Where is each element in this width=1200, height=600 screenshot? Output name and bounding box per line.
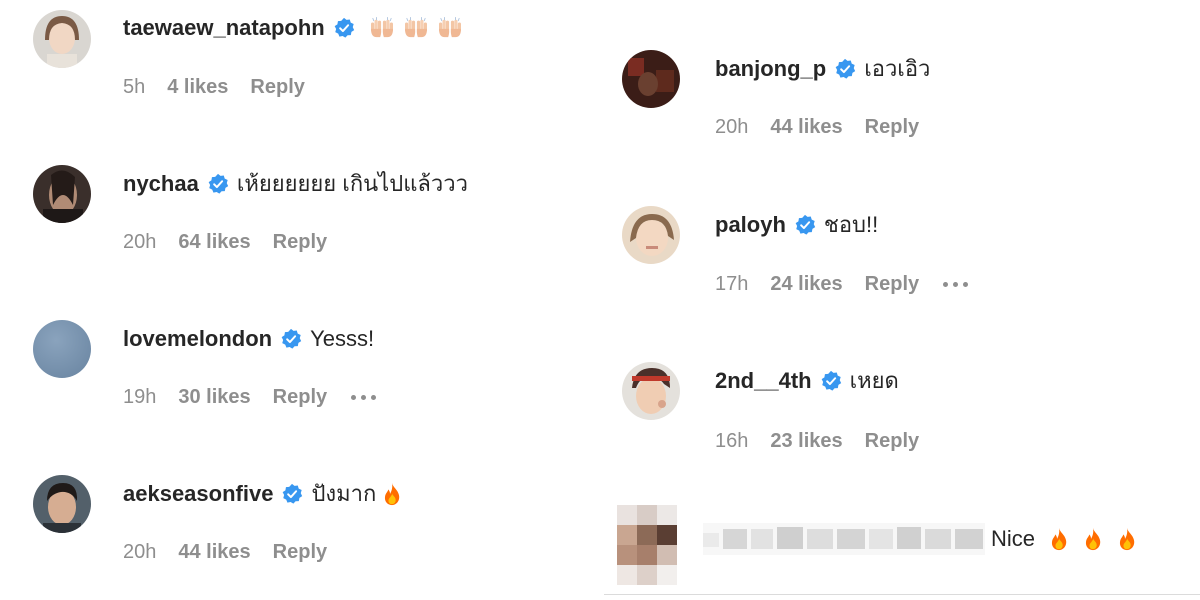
likes-count[interactable]: 4 likes [167,74,228,100]
verified-badge-icon [794,214,816,236]
reply-button[interactable]: Reply [865,271,919,297]
comment-item: 2nd__4th เหยด 16h 23 likes Reply [600,352,1200,452]
timestamp: 17h [715,273,749,295]
fire-emoji-icon [382,482,402,506]
more-options-icon[interactable] [351,394,377,400]
comment-text: เห้ยยยยยย เกินไปแล้ววว [236,171,468,196]
likes-count[interactable]: 44 likes [178,539,250,565]
reply-button[interactable]: Reply [273,229,327,255]
avatar[interactable] [622,206,680,264]
timestamp: 20h [123,231,157,253]
username[interactable]: taewaew_natapohn [123,13,325,43]
comment-item: aekseasonfive ปังมาก 20h 44 likes Reply [0,465,600,565]
verified-badge-icon [280,328,302,350]
timestamp: 5h [123,76,146,98]
raising-hands-emoji-icon [369,17,463,39]
timestamp: 16h [715,430,749,452]
username[interactable]: 2nd__4th [715,366,812,396]
verified-badge-icon [834,58,856,80]
verified-badge-icon [820,370,842,392]
likes-count[interactable]: 30 likes [178,384,250,410]
reply-button[interactable]: Reply [273,384,327,410]
reply-button[interactable]: Reply [865,114,919,140]
avatar[interactable] [622,362,680,420]
comment-text: เหยด [849,368,899,393]
comment-item: paloyh ชอบ!! 17h 24 likes Reply [600,196,1200,296]
comment-text: Yesss! [310,326,375,351]
comment-text: ชอบ!! [823,212,879,237]
timestamp: 20h [715,116,749,138]
comments-column-right: banjong_p เอวเอิว 20h 44 likes Reply pal… [600,0,1200,600]
comment-text: ปังมาก [311,481,377,506]
blurred-comment-item: Nice [600,505,1200,595]
comment-text: Nice [991,526,1036,551]
likes-count[interactable]: 64 likes [178,229,250,255]
username[interactable]: nychaa [123,169,199,199]
timestamp: 19h [123,386,157,408]
username[interactable]: lovemelondon [123,324,272,354]
likes-count[interactable]: 23 likes [770,428,842,454]
timestamp: 20h [123,541,157,563]
reply-button[interactable]: Reply [865,428,919,454]
avatar[interactable] [33,10,91,68]
comment-item: nychaa เห้ยยยยยย เกินไปแล้ววว 20h 64 lik… [0,155,600,255]
more-options-icon[interactable] [943,281,969,287]
avatar[interactable] [33,165,91,223]
avatar[interactable] [33,475,91,533]
reply-button[interactable]: Reply [273,539,327,565]
pixelated-avatar [617,505,677,585]
verified-badge-icon [281,483,303,505]
comment-text: เอวเอิว [864,56,931,81]
verified-badge-icon [333,17,355,39]
username[interactable]: aekseasonfive [123,479,273,509]
avatar[interactable] [33,320,91,378]
comments-column-left: taewaew_natapohn 5h 4 likes Reply nychaa… [0,0,600,600]
comment-item: taewaew_natapohn 5h 4 likes Reply [0,0,600,100]
reply-button[interactable]: Reply [250,74,304,100]
username[interactable]: banjong_p [715,54,826,84]
likes-count[interactable]: 44 likes [770,114,842,140]
avatar[interactable] [622,50,680,108]
username[interactable]: paloyh [715,210,786,240]
likes-count[interactable]: 24 likes [770,271,842,297]
verified-badge-icon [207,173,229,195]
fire-emoji-icon [1049,527,1137,551]
comment-item: lovemelondon Yesss! 19h 30 likes Reply [0,310,600,410]
pixelated-username [703,523,985,555]
comment-item: banjong_p เอวเอิว 20h 44 likes Reply [600,40,1200,140]
